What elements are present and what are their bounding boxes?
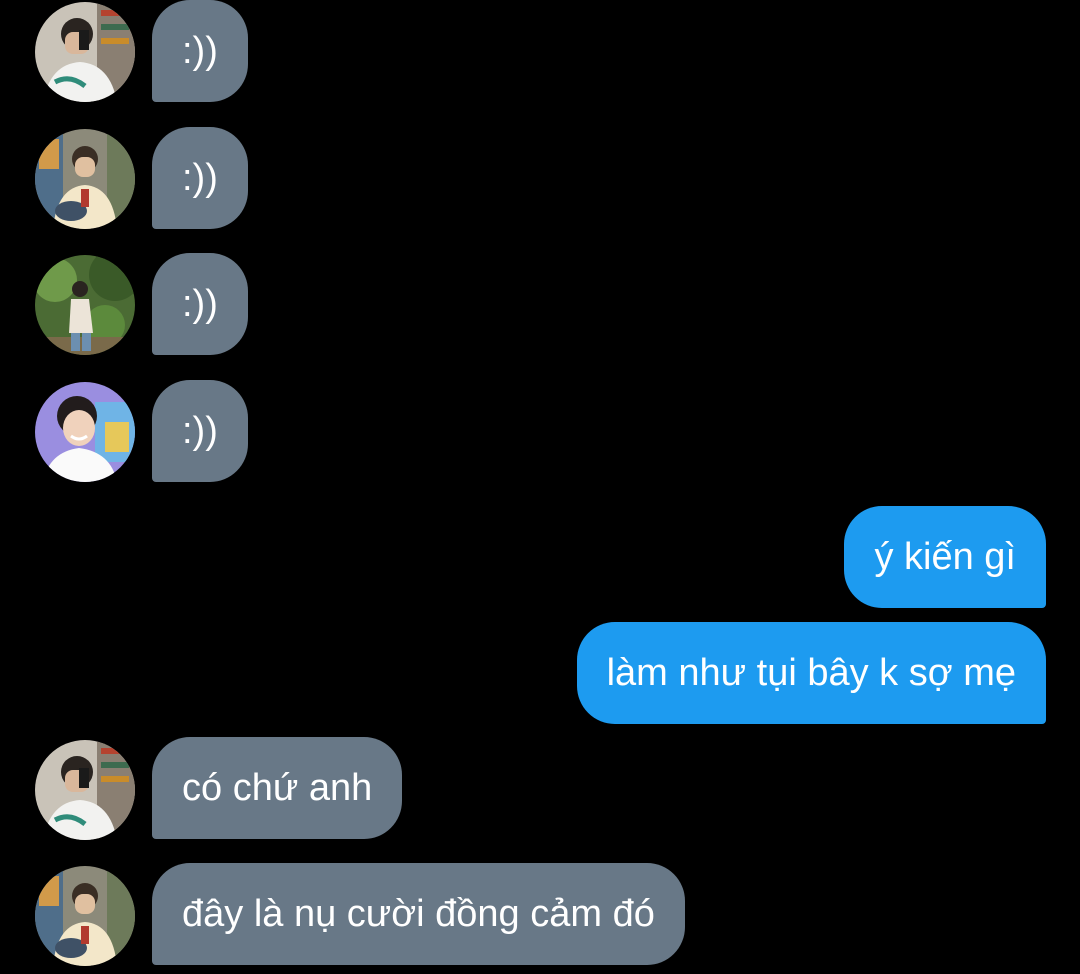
avatar-photo-icon — [35, 255, 135, 355]
message-text: làm như tụi bây k sợ mẹ — [606, 651, 1016, 694]
avatar-user-a[interactable] — [35, 2, 135, 102]
message-bubble-incoming[interactable]: :)) — [152, 127, 248, 229]
message-bubble-incoming[interactable]: :)) — [152, 253, 248, 355]
message-bubble-incoming[interactable]: có chứ anh — [152, 737, 403, 839]
avatar-user-d[interactable] — [35, 382, 135, 482]
message-text: đây là nụ cười đồng cảm đó — [182, 892, 655, 935]
message-text: :)) — [182, 156, 218, 199]
avatar-user-b[interactable] — [35, 129, 135, 229]
message-text: :)) — [182, 282, 218, 325]
message-bubble-outgoing[interactable]: ý kiến gì — [844, 506, 1046, 608]
message-text: :)) — [182, 409, 218, 452]
message-text: có chứ anh — [182, 766, 373, 809]
message-bubble-incoming[interactable]: :)) — [152, 0, 248, 102]
avatar-photo-icon — [35, 866, 135, 966]
avatar-photo-icon — [35, 129, 135, 229]
message-text: :)) — [182, 29, 218, 72]
message-text: ý kiến gì — [874, 535, 1016, 578]
avatar-photo-icon — [35, 740, 135, 840]
avatar-photo-icon — [35, 382, 135, 482]
avatar-user-c[interactable] — [35, 255, 135, 355]
avatar-user-a[interactable] — [35, 740, 135, 840]
message-bubble-incoming[interactable]: :)) — [152, 380, 248, 482]
message-bubble-incoming[interactable]: đây là nụ cười đồng cảm đó — [152, 863, 685, 965]
avatar-photo-icon — [35, 2, 135, 102]
avatar-user-b[interactable] — [35, 866, 135, 966]
message-bubble-outgoing[interactable]: làm như tụi bây k sợ mẹ — [576, 622, 1046, 724]
